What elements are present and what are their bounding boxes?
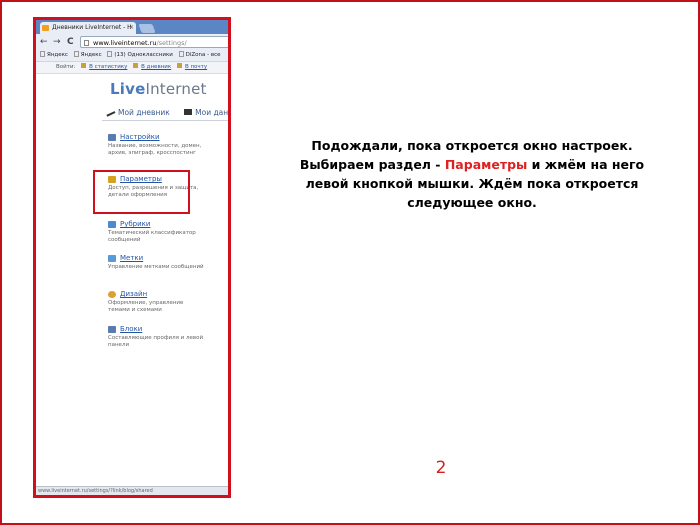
close-icon[interactable]: × (129, 22, 134, 34)
instruction-caption: Подождали, пока откроется окно настроек.… (282, 136, 662, 212)
stats-icon (81, 63, 87, 68)
navigation-bar: ← → C www.liveinternet.ru/settings/ (36, 34, 228, 50)
mail-link[interactable]: В почту (185, 64, 207, 70)
liveinternet-logo[interactable]: LiveInternet (110, 80, 207, 98)
card-icon (184, 109, 193, 115)
new-tab-button[interactable] (138, 24, 156, 33)
address-bar[interactable]: www.liveinternet.ru/settings/ (80, 36, 228, 48)
tab-title: Дневники LiveInternet - Н (52, 24, 132, 31)
pen-icon (105, 109, 116, 117)
bookmark-icon (40, 51, 45, 57)
bookmark-icon (73, 51, 79, 57)
menu-item-rubrics[interactable]: Рубрики Тематический классификатор сообщ… (108, 220, 204, 244)
tab-bar: Дневники LiveInternet - Н × (36, 20, 228, 34)
palette-icon (108, 291, 116, 298)
browser-screenshot: Дневники LiveInternet - Н × ← → C www.li… (33, 17, 231, 498)
site-tabs: Мой дневник Мои данн (105, 108, 228, 117)
page-icon (84, 40, 89, 46)
login-label: Войти: (56, 64, 76, 70)
highlight-box (93, 170, 190, 214)
menu-item-tags[interactable]: Метки Управление метками сообщений (108, 254, 204, 271)
stats-link[interactable]: В статистику (89, 64, 127, 70)
caption-highlight: Параметры (444, 157, 528, 172)
settings-icon (108, 134, 116, 141)
menu-item-design[interactable]: Дизайн Оформление, управление темами и с… (108, 290, 204, 314)
favicon-icon (42, 25, 49, 31)
diary-link[interactable]: В дневник (141, 64, 171, 70)
browser-tab[interactable]: Дневники LiveInternet - Н × (40, 22, 136, 34)
address-domain: www.liveinternet.ru (93, 39, 157, 47)
address-path: /settings/ (156, 39, 187, 47)
bookmark-item[interactable]: DiZona - все (178, 50, 221, 61)
blocks-icon (108, 326, 116, 333)
bookmark-icon (178, 51, 184, 57)
mail-icon (176, 63, 182, 68)
menu-item-blocks[interactable]: Блоки Составляющие профиля и левой панел… (108, 325, 204, 349)
bookmark-item[interactable]: (13) Одноклассники (107, 50, 173, 61)
site-top-bar: Войти: В статистику В дневник В почту (36, 62, 228, 74)
diary-icon (133, 63, 139, 68)
tab-my-diary[interactable]: Мой дневник (105, 108, 170, 117)
rubrics-icon (108, 221, 116, 228)
bookmark-item[interactable]: Яндекс (73, 50, 102, 61)
status-bar: www.liveinternet.ru/settings/?link/blog/… (36, 486, 228, 495)
bookmark-icon (107, 51, 113, 57)
menu-item-settings[interactable]: Настройки Название, возможности, домен, … (108, 133, 204, 157)
divider (102, 120, 228, 121)
tab-my-data[interactable]: Мои данн (184, 108, 228, 117)
bookmark-item[interactable]: Яндекс (40, 50, 68, 61)
back-icon[interactable]: ← (40, 36, 48, 48)
forward-icon[interactable]: → (53, 36, 61, 48)
tag-icon (108, 255, 116, 262)
bookmarks-bar: Яндекс Яндекс (13) Одноклассники DiZona … (36, 50, 228, 62)
reload-icon[interactable]: C (67, 36, 74, 48)
page-number: 2 (435, 458, 447, 478)
